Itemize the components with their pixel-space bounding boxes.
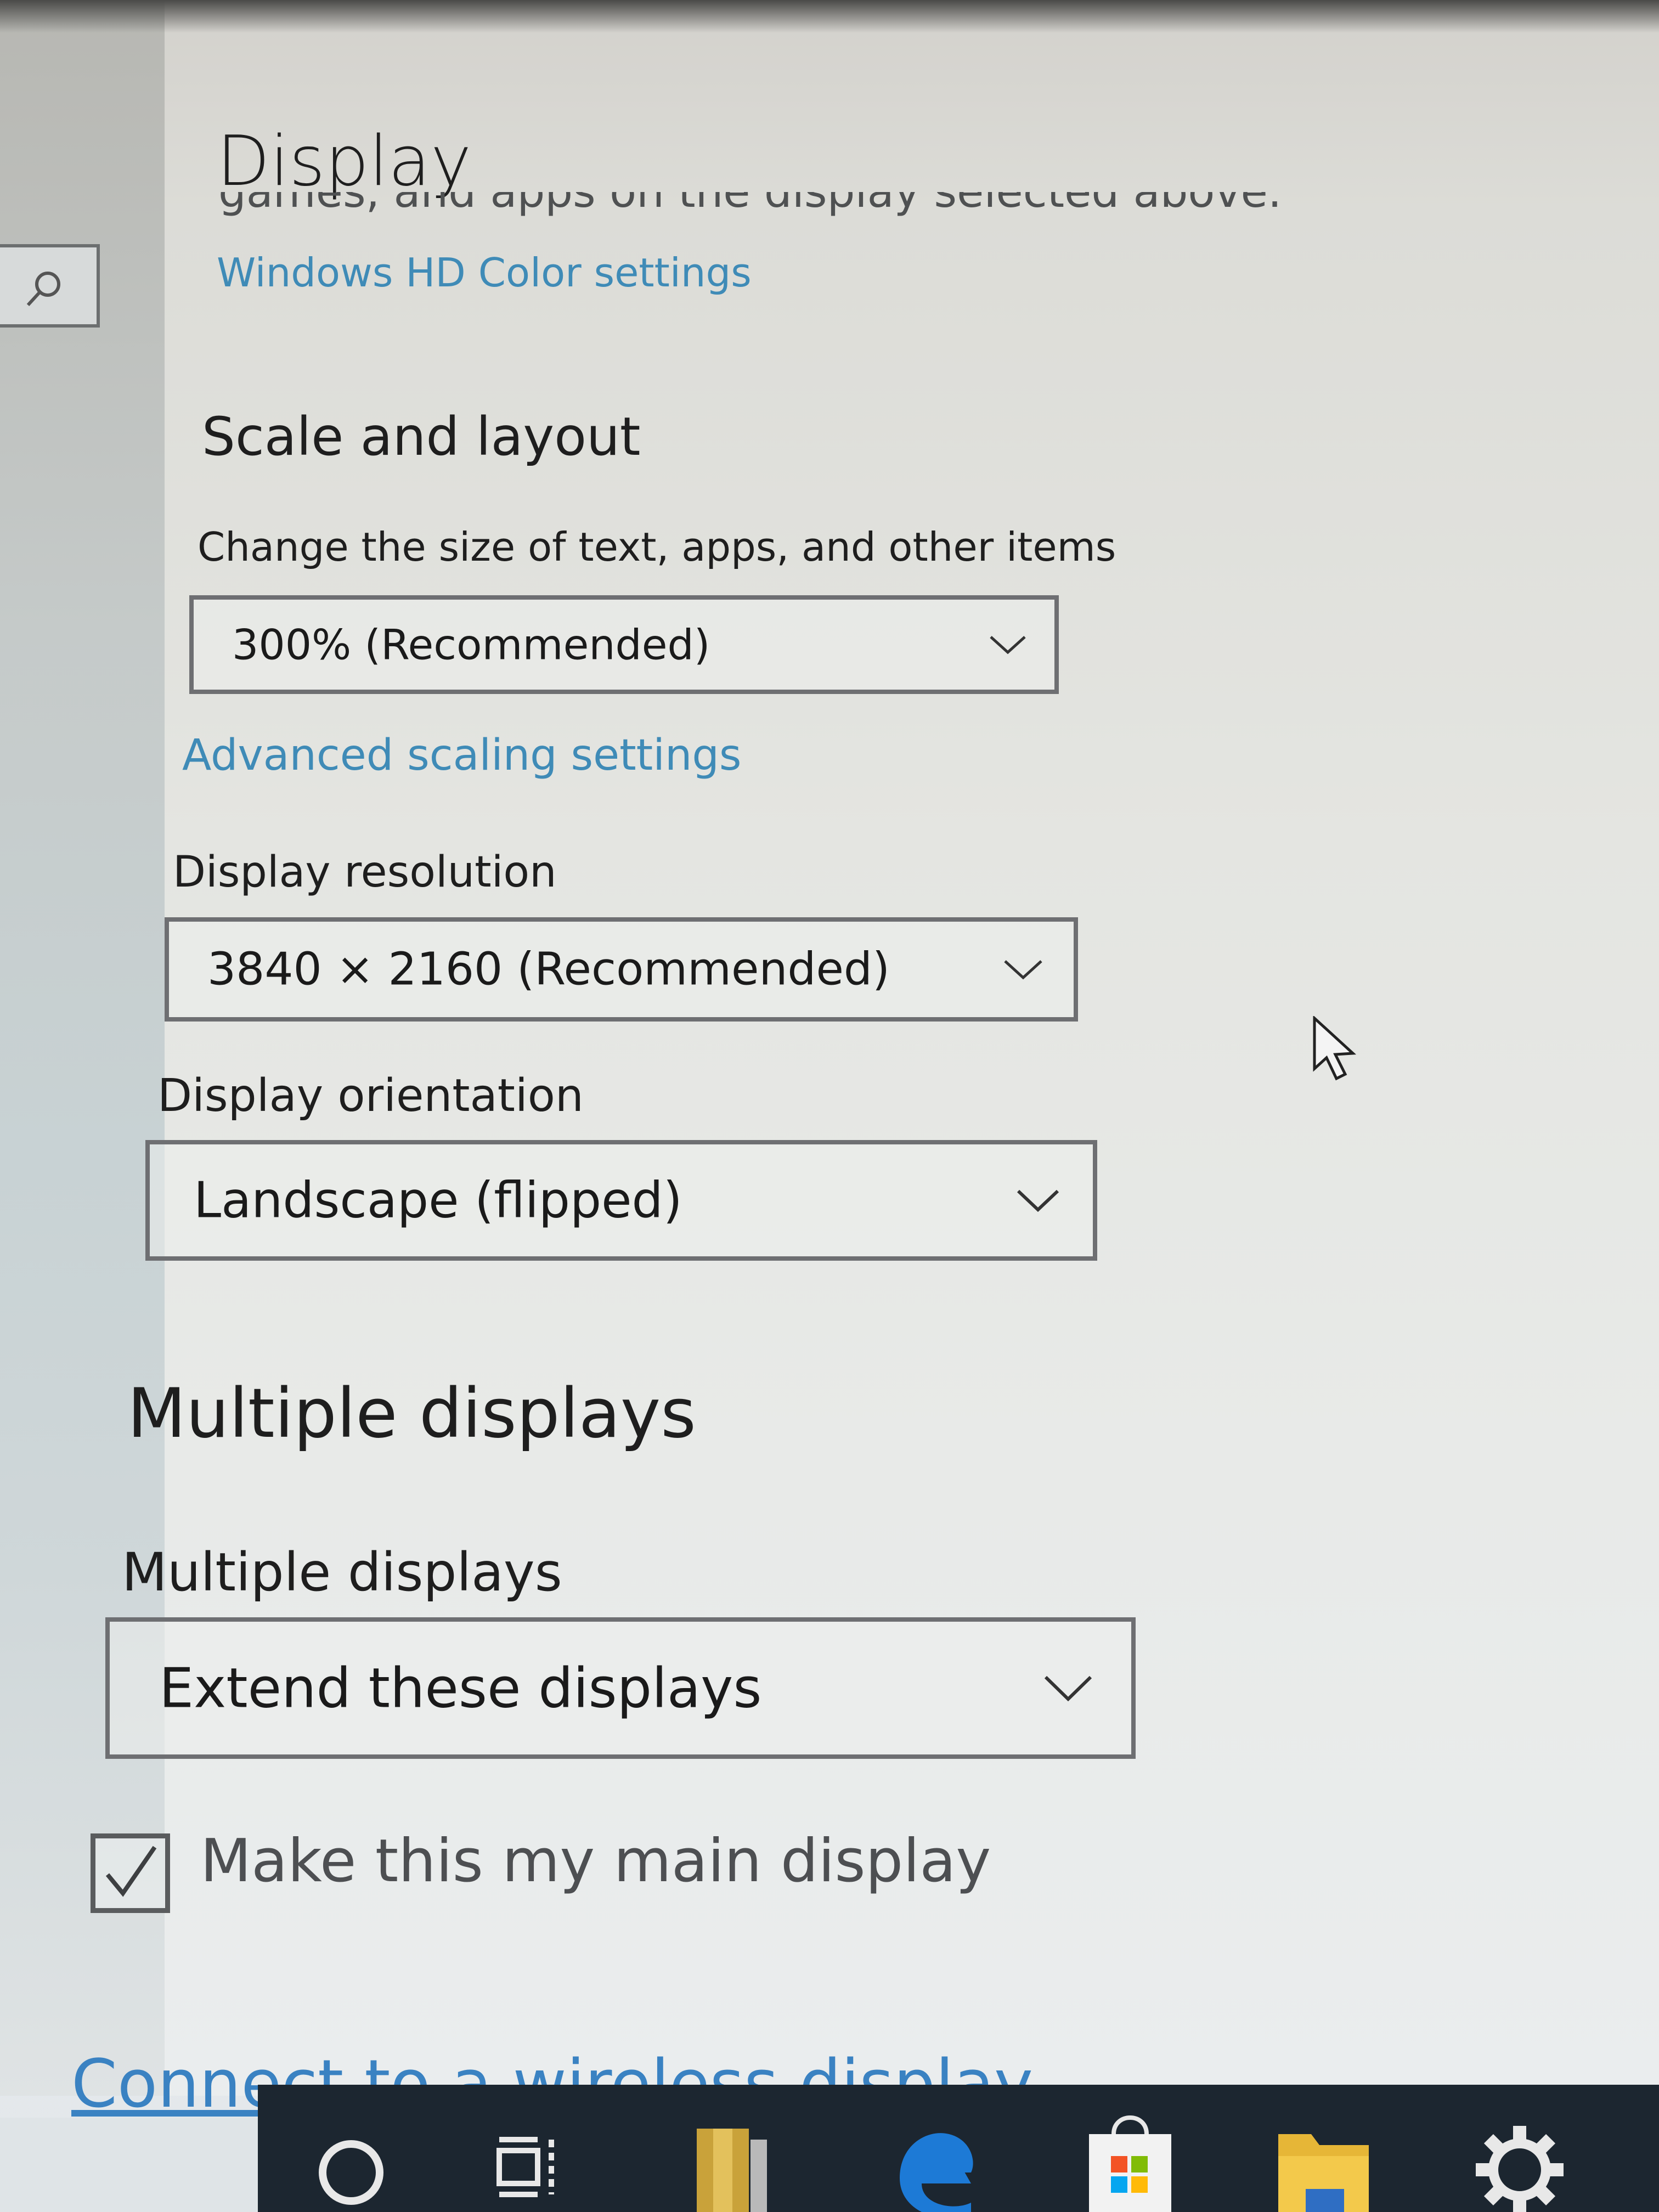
- multiple-displays-heading: Multiple displays: [127, 1374, 696, 1453]
- resolution-label: Display resolution: [173, 848, 557, 897]
- archive-app-icon[interactable]: [691, 2112, 774, 2212]
- clipped-description: games, and apps on the display selected …: [218, 192, 1282, 230]
- search-icon: [26, 272, 60, 307]
- checkmark-icon: [105, 1846, 157, 1897]
- chevron-down-icon: [990, 636, 1026, 654]
- scale-size-label: Change the size of text, apps, and other…: [198, 524, 1116, 570]
- mouse-cursor-icon: [1311, 1015, 1361, 1084]
- multiple-displays-label: Multiple displays: [122, 1542, 562, 1603]
- orientation-dropdown-value: Landscape (flipped): [194, 1171, 682, 1229]
- scale-dropdown[interactable]: 300% (Recommended): [189, 595, 1059, 694]
- edge-browser-icon[interactable]: [889, 2112, 982, 2212]
- settings-gear-icon[interactable]: [1470, 2112, 1569, 2212]
- chevron-down-icon: [1017, 1189, 1059, 1212]
- settings-search-box[interactable]: [0, 244, 100, 328]
- resolution-dropdown-value: 3840 × 2160 (Recommended): [207, 943, 890, 996]
- hd-color-settings-link[interactable]: Windows HD Color settings: [217, 250, 752, 296]
- page-title: Display: [217, 121, 472, 201]
- orientation-dropdown[interactable]: Landscape (flipped): [145, 1140, 1097, 1261]
- main-display-label[interactable]: Make this my main display: [200, 1827, 991, 1895]
- store-icon[interactable]: [1081, 2112, 1180, 2212]
- chevron-down-icon: [1004, 960, 1042, 980]
- multiple-displays-dropdown[interactable]: Extend these displays: [105, 1617, 1136, 1759]
- file-explorer-icon[interactable]: [1273, 2112, 1377, 2212]
- cortana-search-icon[interactable]: [313, 2112, 390, 2212]
- resolution-dropdown[interactable]: 3840 × 2160 (Recommended): [165, 917, 1078, 1022]
- scale-layout-heading: Scale and layout: [202, 406, 641, 467]
- advanced-scaling-link[interactable]: Advanced scaling settings: [182, 731, 742, 780]
- orientation-label: Display orientation: [157, 1070, 584, 1122]
- scale-dropdown-value: 300% (Recommended): [232, 620, 710, 669]
- taskbar: [0, 2085, 1659, 2212]
- screen-top-shadow: [0, 0, 1659, 33]
- taskbar-left-gap: [0, 2118, 258, 2212]
- chevron-down-icon: [1044, 1675, 1092, 1702]
- multiple-displays-dropdown-value: Extend these displays: [159, 1656, 762, 1720]
- settings-content-pane: [165, 0, 1659, 2096]
- task-view-icon[interactable]: [494, 2112, 565, 2212]
- main-display-checkbox[interactable]: [91, 1833, 170, 1913]
